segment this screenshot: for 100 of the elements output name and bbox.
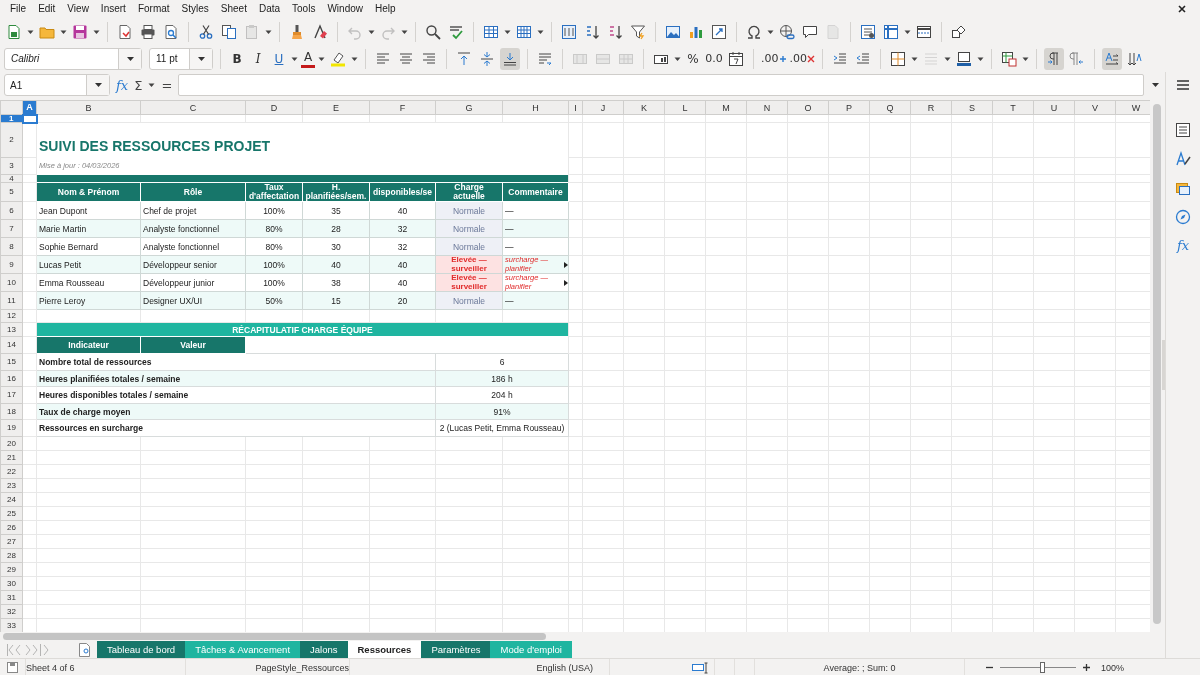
borders-icon[interactable]: [890, 50, 906, 67]
column-header[interactable]: P: [828, 100, 870, 115]
close-icon[interactable]: [1178, 5, 1186, 13]
menu-item[interactable]: Edit: [32, 2, 62, 14]
spreadsheet-document-icon[interactable]: [6, 23, 22, 40]
freeze-rows-columns-icon[interactable]: [883, 23, 899, 40]
menu-item[interactable]: Insert: [94, 2, 132, 14]
table-columns-icon[interactable]: [516, 23, 532, 40]
sort-ascending-icon[interactable]: [584, 23, 600, 40]
italic-button[interactable]: I: [249, 47, 267, 70]
compass-icon[interactable]: [1175, 209, 1191, 225]
printer-icon[interactable]: [140, 23, 156, 40]
styles-icon[interactable]: [1175, 151, 1191, 167]
row-header[interactable]: 4: [0, 174, 23, 183]
formula-button[interactable]: =: [161, 77, 173, 93]
underline-button[interactable]: U: [270, 47, 288, 70]
column-header[interactable]: R: [910, 100, 952, 115]
sheet-tab[interactable]: Ressources: [347, 641, 422, 658]
globe-link-icon[interactable]: [779, 23, 795, 40]
font-size-field[interactable]: 11 pt: [149, 47, 213, 70]
sort-descending-icon[interactable]: [607, 23, 623, 40]
comment-icon[interactable]: [802, 23, 818, 40]
paintbrush-icon[interactable]: [289, 23, 305, 40]
name-box[interactable]: A1: [4, 74, 110, 96]
conditional-format-icon[interactable]: [1001, 50, 1017, 67]
plus-icon[interactable]: [778, 54, 787, 63]
menu-item[interactable]: Sheet: [214, 2, 253, 14]
save-status-icon[interactable]: [6, 661, 19, 674]
sheet-tab[interactable]: Jalons: [300, 641, 348, 658]
bold-button[interactable]: B: [228, 47, 246, 70]
column-header[interactable]: K: [623, 100, 665, 115]
find-replace-icon[interactable]: [425, 23, 441, 40]
sort-icon[interactable]: [561, 23, 577, 40]
column-header[interactable]: S: [951, 100, 993, 115]
column-header[interactable]: O: [787, 100, 829, 115]
delete-icon[interactable]: [807, 54, 815, 63]
align-middle-icon[interactable]: [479, 50, 495, 67]
table-rows-icon[interactable]: [483, 23, 499, 40]
column-header[interactable]: F: [369, 100, 436, 115]
border-color-icon[interactable]: [956, 50, 972, 67]
column-header[interactable]: E: [302, 100, 370, 115]
split-window-icon[interactable]: [916, 23, 932, 40]
shapes-icon[interactable]: [951, 23, 967, 40]
column-header[interactable]: T: [992, 100, 1034, 115]
font-color-button[interactable]: A: [301, 49, 315, 68]
column-header[interactable]: G: [435, 100, 503, 115]
calendar-icon[interactable]: [728, 50, 744, 67]
properties-icon[interactable]: [1175, 122, 1191, 138]
funnel-icon[interactable]: [630, 23, 646, 40]
sum-button[interactable]: Σ: [134, 77, 143, 93]
menu-item[interactable]: Help: [369, 2, 402, 14]
delete-decimal-button[interactable]: .00: [789, 47, 815, 70]
menu-item[interactable]: File: [4, 2, 33, 14]
font-name-field[interactable]: Calibri: [4, 47, 142, 70]
menu-item[interactable]: Data: [252, 2, 287, 14]
column-header[interactable]: N: [746, 100, 788, 115]
menu-item[interactable]: Window: [321, 2, 369, 14]
column-header[interactable]: J: [582, 100, 624, 115]
column-header[interactable]: V: [1074, 100, 1116, 115]
zoom-in-icon[interactable]: [1082, 663, 1091, 672]
align-top-icon[interactable]: [456, 50, 472, 67]
menu-item[interactable]: Format: [131, 2, 176, 14]
column-header[interactable]: D: [245, 100, 303, 115]
spellcheck-icon[interactable]: [448, 23, 464, 40]
highlighter-icon[interactable]: [330, 50, 346, 67]
menu-item[interactable]: View: [61, 2, 95, 14]
column-header[interactable]: H: [502, 100, 569, 115]
copy-icon[interactable]: [221, 23, 237, 40]
row-header[interactable]: 1: [0, 114, 23, 123]
number-format-button[interactable]: 0.0: [705, 47, 723, 70]
image-icon[interactable]: [665, 23, 681, 40]
add-sheet-icon[interactable]: [78, 641, 91, 658]
menu-item[interactable]: Tools: [286, 2, 322, 14]
add-decimal-button[interactable]: .00: [761, 47, 787, 70]
omega-icon[interactable]: [746, 23, 762, 40]
selection-mode-icon[interactable]: [692, 660, 708, 675]
language[interactable]: English (USA): [536, 662, 593, 673]
gallery-icon[interactable]: [1175, 180, 1191, 196]
menu-item[interactable]: Styles: [175, 2, 215, 14]
zoom-level[interactable]: 100%: [1101, 662, 1125, 673]
column-header[interactable]: M: [705, 100, 747, 115]
pivot-table-icon[interactable]: [711, 23, 727, 40]
function-wizard-button[interactable]: fx: [116, 77, 129, 93]
pdf-document-icon[interactable]: [117, 23, 133, 40]
menu-icon[interactable]: [1176, 78, 1190, 92]
formula-input[interactable]: [178, 74, 1144, 96]
print-preview-icon[interactable]: [163, 23, 179, 40]
slider-thumb[interactable]: [1039, 662, 1045, 673]
column-header[interactable]: B: [36, 100, 141, 115]
scissors-icon[interactable]: [198, 23, 214, 40]
right-to-left-icon[interactable]: [1069, 50, 1085, 67]
column-header[interactable]: U: [1033, 100, 1075, 115]
sheet-tab[interactable]: Tableau de bord: [97, 641, 186, 658]
page-style[interactable]: PageStyle_Ressources: [255, 662, 349, 673]
vertical-text-sort-icon[interactable]: [1127, 50, 1143, 67]
column-header[interactable]: C: [140, 100, 246, 115]
column-header[interactable]: Q: [869, 100, 911, 115]
column-header[interactable]: W: [1115, 100, 1150, 115]
row-header[interactable]: 2: [0, 122, 23, 158]
percent-button[interactable]: %: [684, 47, 702, 70]
